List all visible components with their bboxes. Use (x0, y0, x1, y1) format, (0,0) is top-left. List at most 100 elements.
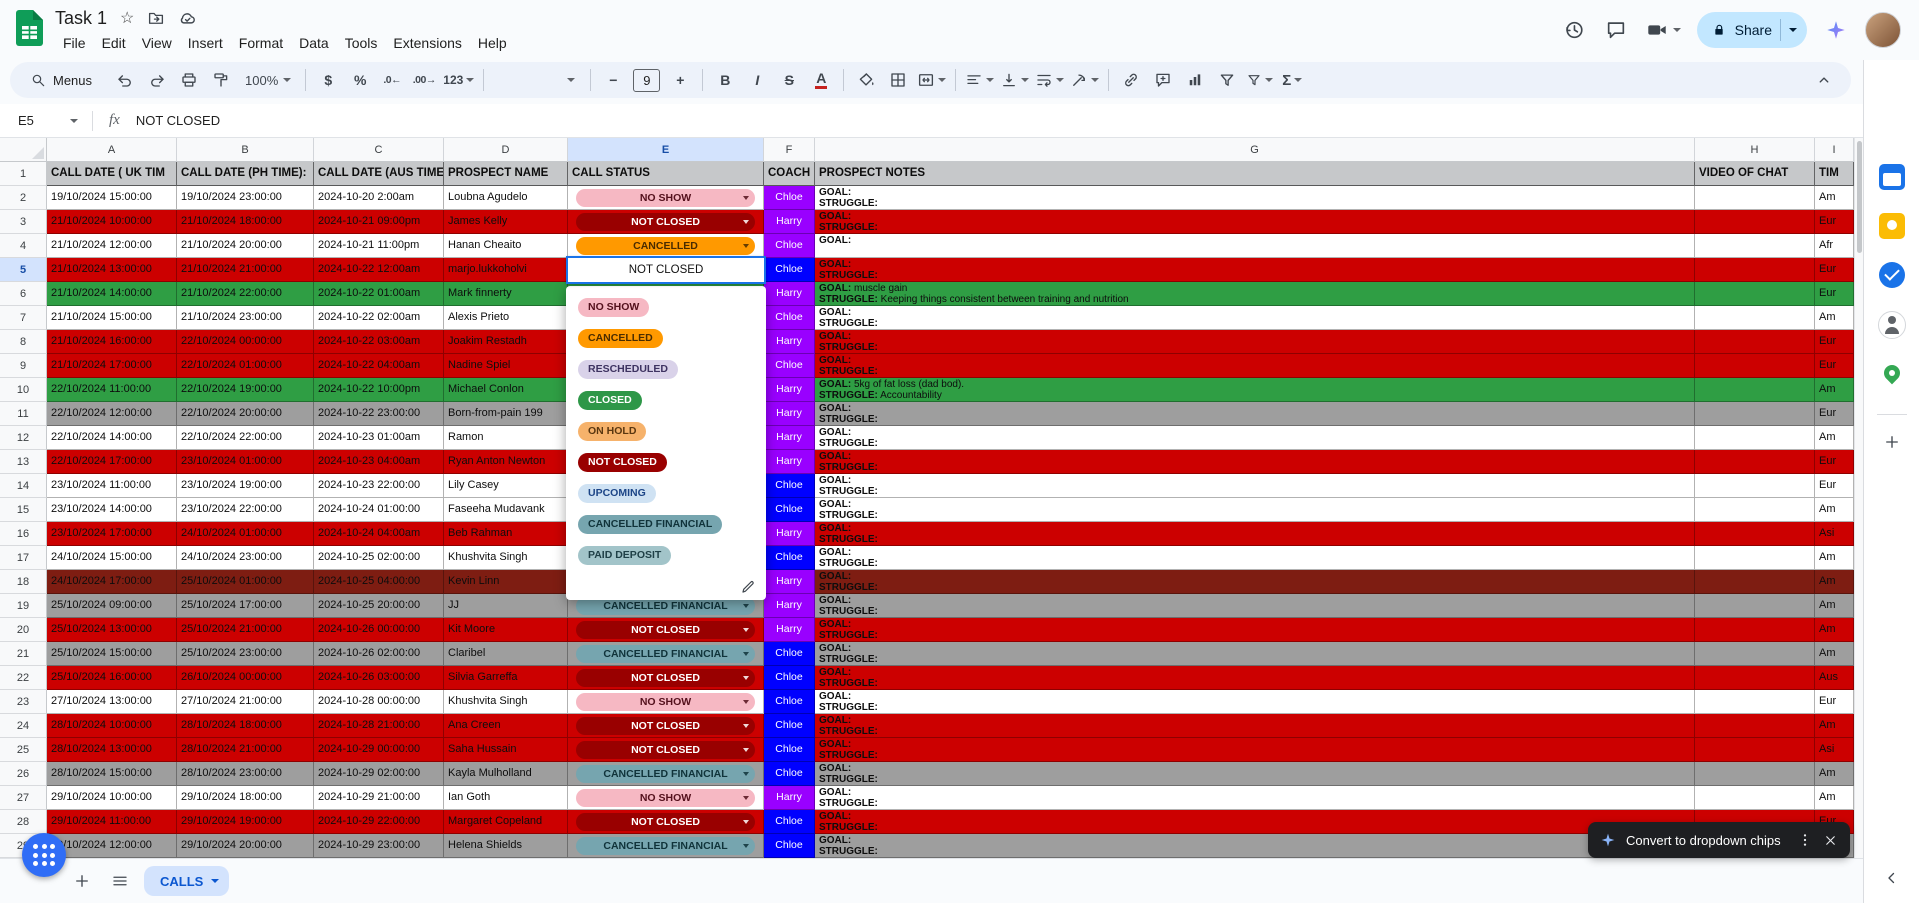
calendar-icon[interactable] (1878, 164, 1905, 190)
cell-coach[interactable]: Chloe (764, 738, 815, 762)
increase-font-size-button[interactable]: + (665, 67, 695, 93)
zoom-select[interactable]: 100% (238, 73, 298, 88)
cell-prospect-name[interactable]: JJ (444, 594, 568, 618)
status-chip[interactable]: NOT CLOSED (576, 716, 755, 735)
row-header-7[interactable]: 7 (0, 306, 47, 330)
cell-prospect-name[interactable]: Loubna Agudelo (444, 186, 568, 210)
column-header-g[interactable]: G (815, 138, 1695, 162)
cell-prospect-name[interactable]: Hanan Cheaito (444, 234, 568, 258)
cell-call-date-aus[interactable]: 2024-10-22 01:00am (314, 282, 444, 306)
cell-call-date-ph[interactable]: 21/10/2024 21:00:00 (177, 258, 314, 282)
row-header-21[interactable]: 21 (0, 642, 47, 666)
cell-call-date-aus[interactable]: 2024-10-26 02:00:00 (314, 642, 444, 666)
decrease-font-size-button[interactable]: − (598, 67, 628, 93)
cell-prospect-notes[interactable]: GOAL: STRUGGLE: (815, 330, 1695, 354)
toast-more-icon[interactable] (1797, 832, 1813, 848)
cell-call-date-ph[interactable]: 22/10/2024 20:00:00 (177, 402, 314, 426)
cell-prospect-notes[interactable]: GOAL: STRUGGLE: (815, 618, 1695, 642)
cell-call-date-uk[interactable]: 21/10/2024 17:00:00 (47, 354, 177, 378)
insert-chart-button[interactable] (1180, 67, 1210, 93)
cell-call-date-ph[interactable]: 22/10/2024 01:00:00 (177, 354, 314, 378)
cell-call-status[interactable]: NO SHOW (568, 186, 764, 210)
cell-video-of-chat[interactable] (1695, 330, 1815, 354)
cell-prospect-name[interactable]: Kit Moore (444, 618, 568, 642)
apps-widget-button[interactable] (22, 833, 66, 877)
cell-prospect-notes[interactable]: GOAL: STRUGGLE: (815, 690, 1695, 714)
cell-call-date-uk[interactable]: 28/10/2024 13:00:00 (47, 738, 177, 762)
cell-call-date-aus[interactable]: 2024-10-23 22:00:00 (314, 474, 444, 498)
row-header-5[interactable]: 5 (0, 258, 47, 282)
edit-dropdown-pencil-icon[interactable] (740, 579, 756, 595)
cell-prospect-name[interactable]: Beb Rahman (444, 522, 568, 546)
row-header-23[interactable]: 23 (0, 690, 47, 714)
format-currency-button[interactable]: $ (313, 67, 343, 93)
hide-menus-button[interactable] (1809, 67, 1839, 93)
menu-tools[interactable]: Tools (337, 33, 386, 53)
contacts-icon[interactable] (1877, 311, 1906, 339)
header-cell[interactable]: PROSPECT NOTES (815, 162, 1695, 186)
collapse-side-panel-icon[interactable] (1883, 869, 1901, 887)
cell-call-date-aus[interactable]: 2024-10-24 01:00:00 (314, 498, 444, 522)
cell-prospect-notes[interactable]: GOAL: STRUGGLE: (815, 474, 1695, 498)
cell-prospect-notes[interactable]: GOAL: STRUGGLE: (815, 834, 1695, 858)
row-header-10[interactable]: 10 (0, 378, 47, 402)
status-chip[interactable]: CANCELLED FINANCIAL (576, 764, 755, 783)
cell-coach[interactable]: Chloe (764, 354, 815, 378)
cell-coach[interactable]: Chloe (764, 690, 815, 714)
cell-prospect-name[interactable]: Claribel (444, 642, 568, 666)
row-header-6[interactable]: 6 (0, 282, 47, 306)
select-all-corner[interactable] (0, 138, 47, 162)
cell-call-date-ph[interactable]: 24/10/2024 01:00:00 (177, 522, 314, 546)
cell-call-date-uk[interactable]: 29/10/2024 11:00:00 (47, 810, 177, 834)
cell-prospect-notes[interactable]: GOAL: STRUGGLE: (815, 762, 1695, 786)
decrease-decimals-button[interactable]: .0← (377, 67, 407, 93)
undo-button[interactable] (110, 67, 140, 93)
vertical-scrollbar[interactable] (1854, 138, 1863, 858)
cell-call-date-aus[interactable]: 2024-10-29 21:00:00 (314, 786, 444, 810)
cell-video-of-chat[interactable] (1695, 786, 1815, 810)
row-header-26[interactable]: 26 (0, 762, 47, 786)
dropdown-option-cancelled[interactable]: CANCELLED (566, 323, 766, 354)
cell-coach[interactable]: Chloe (764, 810, 815, 834)
cell-call-status[interactable]: NOT CLOSED (568, 810, 764, 834)
cell-prospect-name[interactable]: Ramon (444, 426, 568, 450)
cell-call-status[interactable]: NO SHOW (568, 690, 764, 714)
scrollbar-thumb[interactable] (1856, 141, 1862, 253)
status-chip[interactable]: NO SHOW (576, 788, 755, 807)
merge-cells-button[interactable] (915, 67, 948, 93)
cell-prospect-name[interactable]: Kevin Linn (444, 570, 568, 594)
document-title[interactable]: Task 1 (55, 8, 107, 29)
cell-video-of-chat[interactable] (1695, 474, 1815, 498)
cell-coach[interactable]: Chloe (764, 498, 815, 522)
cell-call-date-ph[interactable]: 29/10/2024 20:00:00 (177, 834, 314, 858)
cell-prospect-notes[interactable]: GOAL: STRUGGLE: (815, 714, 1695, 738)
column-header-d[interactable]: D (444, 138, 568, 162)
cell-time-zone[interactable]: Am (1815, 714, 1854, 738)
cell-call-date-aus[interactable]: 2024-10-20 2:00am (314, 186, 444, 210)
header-cell[interactable]: COACH (764, 162, 815, 186)
cell-prospect-name[interactable]: Faseeha Mudavank (444, 498, 568, 522)
status-chip[interactable]: NOT CLOSED (576, 620, 755, 639)
gemini-sparkle-icon[interactable] (1823, 17, 1849, 43)
cell-call-date-ph[interactable]: 22/10/2024 00:00:00 (177, 330, 314, 354)
cell-call-date-ph[interactable]: 21/10/2024 22:00:00 (177, 282, 314, 306)
cell-prospect-name[interactable]: Ian Goth (444, 786, 568, 810)
cell-call-date-ph[interactable]: 25/10/2024 01:00:00 (177, 570, 314, 594)
cell-time-zone[interactable]: Afr (1815, 234, 1854, 258)
cell-video-of-chat[interactable] (1695, 522, 1815, 546)
star-icon[interactable]: ☆ (120, 8, 134, 28)
redo-button[interactable] (142, 67, 172, 93)
cell-call-date-uk[interactable]: 25/10/2024 16:00:00 (47, 666, 177, 690)
cell-prospect-notes[interactable]: GOAL: STRUGGLE: (815, 738, 1695, 762)
cell-prospect-name[interactable]: Joakim Restadh (444, 330, 568, 354)
cell-call-status[interactable]: NO SHOW (568, 786, 764, 810)
cell-call-date-ph[interactable]: 26/10/2024 00:00:00 (177, 666, 314, 690)
font-family-select[interactable] (491, 68, 583, 92)
cell-call-date-uk[interactable]: 28/10/2024 15:00:00 (47, 762, 177, 786)
dropdown-option-rescheduled[interactable]: RESCHEDULED (566, 354, 766, 385)
header-cell[interactable]: PROSPECT NAME (444, 162, 568, 186)
cell-video-of-chat[interactable] (1695, 762, 1815, 786)
cell-video-of-chat[interactable] (1695, 402, 1815, 426)
dropdown-option-not-closed[interactable]: NOT CLOSED (566, 447, 766, 478)
cell-call-date-ph[interactable]: 19/10/2024 23:00:00 (177, 186, 314, 210)
